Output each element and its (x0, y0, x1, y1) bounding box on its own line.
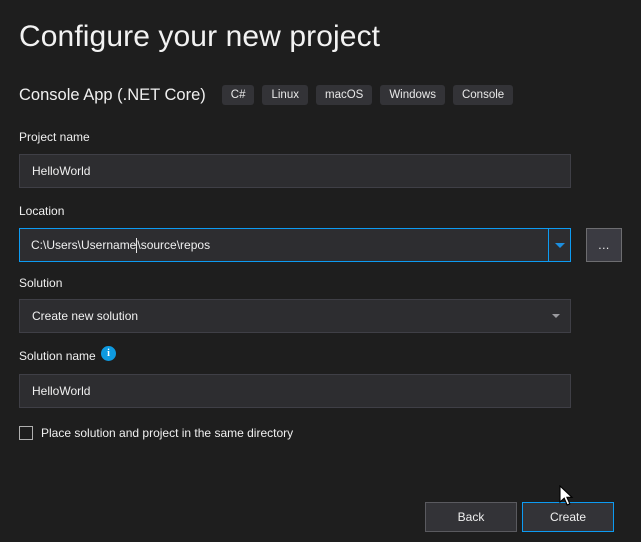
location-value-before-caret: C:\Users\Username (31, 238, 137, 252)
tag-macos: macOS (315, 85, 373, 105)
location-dropdown-button[interactable] (548, 229, 570, 261)
template-summary-row: Console App (.NET Core) C# Linux macOS W… (19, 83, 514, 107)
solution-label: Solution (19, 276, 63, 290)
tag-csharp: C# (221, 85, 255, 105)
same-directory-checkbox[interactable] (19, 426, 33, 440)
location-combobox[interactable]: C:\Users\Username \source\repos (19, 228, 571, 262)
tag-console: Console (452, 85, 514, 105)
solution-name-label: Solution name (19, 349, 96, 363)
chevron-down-icon (552, 314, 560, 318)
browse-location-button[interactable]: ... (586, 228, 622, 262)
back-button[interactable]: Back (425, 502, 517, 532)
same-directory-checkbox-row[interactable]: Place solution and project in the same d… (19, 423, 293, 443)
project-name-label: Project name (19, 130, 90, 144)
solution-select[interactable]: Create new solution (19, 299, 571, 333)
solution-name-input[interactable] (19, 374, 571, 408)
solution-selected-value: Create new solution (32, 309, 139, 323)
location-label: Location (19, 204, 65, 218)
location-value-after-caret: \source\repos (137, 238, 211, 252)
chevron-down-icon (554, 242, 565, 248)
template-tag-list: C# Linux macOS Windows Console (221, 85, 514, 105)
template-name: Console App (.NET Core) (19, 86, 206, 104)
project-name-input[interactable] (19, 154, 571, 188)
page-title: Configure your new project (19, 20, 381, 53)
tag-linux: Linux (262, 85, 308, 105)
tag-windows: Windows (380, 85, 445, 105)
location-input[interactable]: C:\Users\Username \source\repos (20, 229, 548, 261)
configure-project-dialog: Configure your new project Console App (… (0, 0, 641, 542)
create-button[interactable]: Create (522, 502, 614, 532)
info-icon[interactable]: i (101, 346, 116, 361)
same-directory-label: Place solution and project in the same d… (41, 426, 294, 440)
